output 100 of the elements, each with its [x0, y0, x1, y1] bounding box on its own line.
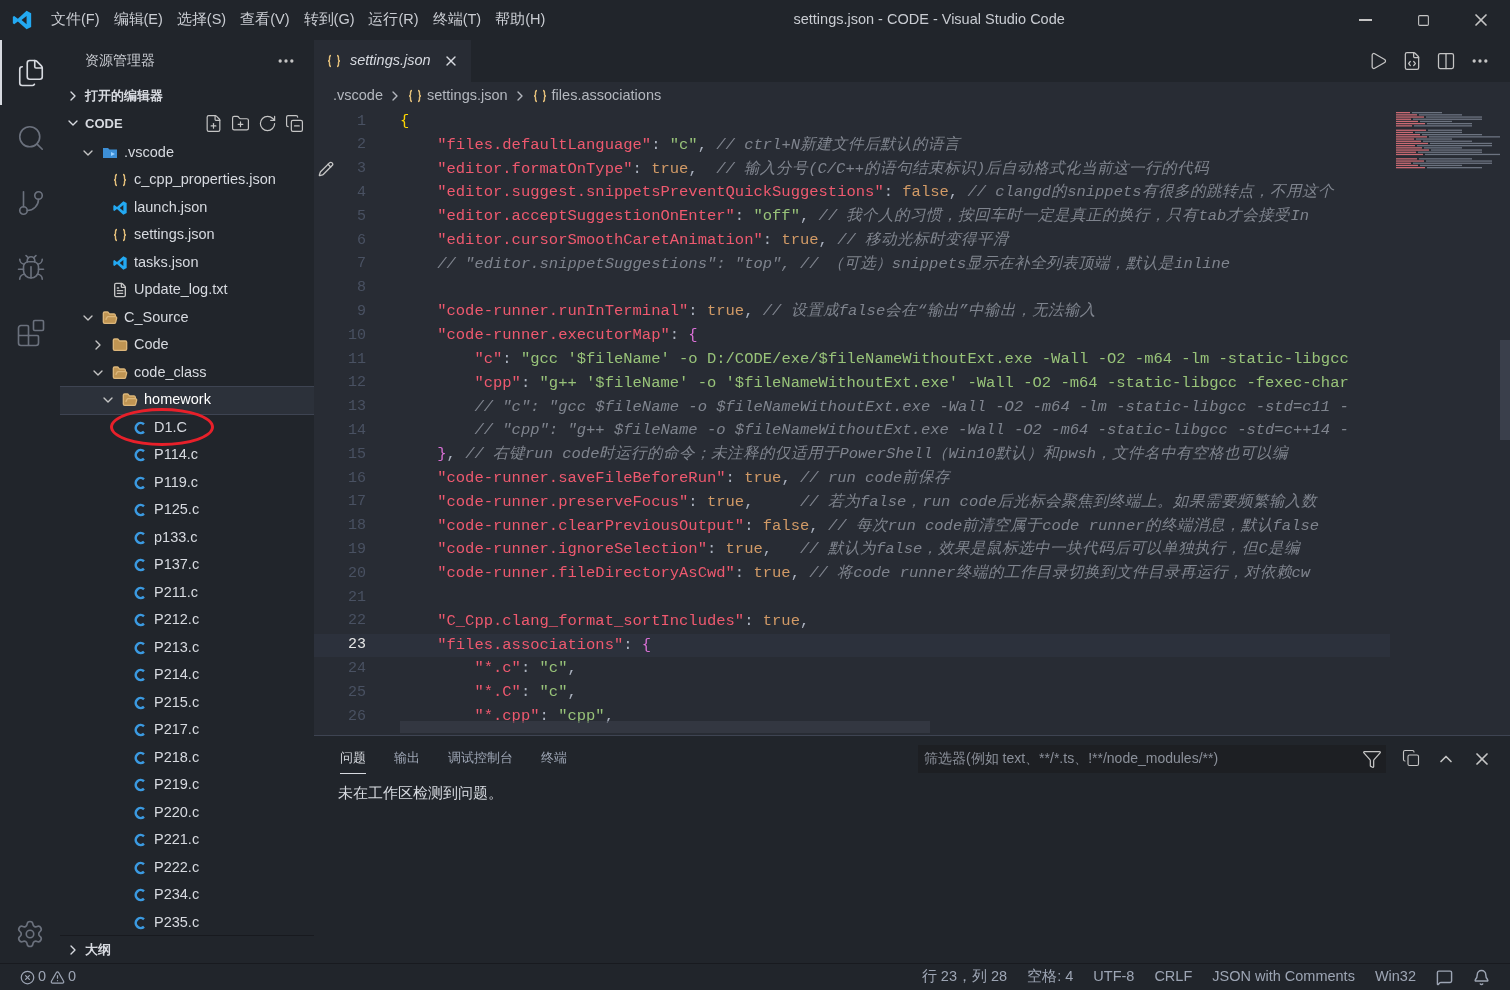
- split-editor-icon[interactable]: [1436, 51, 1456, 71]
- menu-item[interactable]: 转到(G): [296, 9, 362, 31]
- line-number: 23: [348, 635, 366, 656]
- tree-item[interactable]: Code: [60, 331, 314, 359]
- feedback-icon[interactable]: [1436, 968, 1453, 986]
- menu-item[interactable]: 文件(F): [44, 9, 107, 31]
- c-file-icon: [132, 474, 148, 491]
- status-item[interactable]: JSON with Comments: [1212, 966, 1355, 988]
- collapse-all-icon[interactable]: [285, 113, 304, 133]
- breadcrumb-item[interactable]: files.associations: [551, 85, 662, 107]
- c-file-icon: [132, 832, 148, 849]
- tree-item[interactable]: tasks.json: [60, 249, 314, 277]
- code-line: "editor.formatOnType": true, // 输入分号(C/C++的语句结束标识)后自动格式化当前这一行的代码: [436, 158, 1210, 180]
- tree-item[interactable]: P234.c: [60, 881, 314, 909]
- ribbon-logo-icon: [112, 199, 128, 216]
- status-item[interactable]: CRLF: [1154, 966, 1193, 988]
- tree-item[interactable]: P125.c: [60, 496, 314, 524]
- tree-item[interactable]: P235.c: [60, 909, 314, 935]
- tree-item[interactable]: P212.c: [60, 606, 314, 634]
- tree-item[interactable]: P222.c: [60, 854, 314, 882]
- c-file-icon: [132, 749, 148, 766]
- menu-item[interactable]: 查看(V): [233, 9, 297, 31]
- menu-item[interactable]: 终端(T): [425, 9, 489, 31]
- menu-item[interactable]: 帮助(H): [488, 9, 553, 31]
- menu-item[interactable]: 运行(R): [361, 9, 426, 31]
- tree-item[interactable]: P137.c: [60, 551, 314, 579]
- c-file-icon: [132, 584, 148, 601]
- code-line: "files.defaultLanguage": "c", // ctrl+N新建文件后默认的语言: [436, 134, 960, 156]
- tree-item[interactable]: P215.c: [60, 689, 314, 717]
- new-folder-icon[interactable]: [231, 113, 250, 133]
- notification-icon[interactable]: [1473, 968, 1490, 986]
- file-name: Code: [134, 335, 169, 355]
- refresh-icon[interactable]: [258, 113, 277, 133]
- tree-item[interactable]: .vscode: [60, 139, 314, 167]
- tree-item[interactable]: launch.json: [60, 194, 314, 222]
- file-name: P220.c: [154, 802, 200, 822]
- settings-icon[interactable]: [15, 919, 45, 949]
- error-count[interactable]: 0: [38, 966, 47, 988]
- tree-item[interactable]: P213.c: [60, 634, 314, 662]
- editor-tab[interactable]: settings.json: [314, 40, 471, 82]
- code-line: "editor.cursorSmoothCaretAnimation": true, // 移动光标时变得平滑: [436, 230, 1010, 251]
- folder-icon: [102, 309, 118, 326]
- file-name: c_cpp_properties.json: [134, 170, 276, 190]
- warning-icon: [50, 969, 66, 985]
- tree-item[interactable]: P220.c: [60, 799, 314, 827]
- code-line: "code-runner.executorMap": {: [436, 325, 698, 347]
- filter-icon[interactable]: [1362, 748, 1382, 769]
- file-name: P213.c: [154, 637, 200, 657]
- file-name: P211.c: [154, 582, 199, 602]
- file-name: p133.c: [154, 527, 198, 547]
- c-file-icon: [132, 639, 148, 656]
- file-name: P215.c: [154, 692, 200, 712]
- c-file-icon: [132, 667, 148, 684]
- panel-tab[interactable]: 问题: [340, 743, 366, 774]
- tree-item[interactable]: P214.c: [60, 661, 314, 689]
- text-file-icon: [112, 282, 128, 299]
- status-item[interactable]: UTF-8: [1093, 966, 1135, 988]
- tree-item[interactable]: code_class: [60, 359, 314, 387]
- open-settings-icon[interactable]: [1402, 51, 1422, 71]
- tree-item[interactable]: P211.c: [60, 579, 314, 607]
- braces-icon: [112, 172, 128, 189]
- file-name: Update_log.txt: [134, 280, 228, 300]
- tree-item[interactable]: settings.json: [60, 221, 314, 249]
- tree-item[interactable]: D1.C: [60, 414, 314, 442]
- braces-icon: [326, 53, 342, 69]
- tree-item[interactable]: p133.c: [60, 524, 314, 552]
- tree-item[interactable]: P119.c: [60, 469, 314, 497]
- braces-icon: [531, 88, 548, 104]
- menu-item[interactable]: 编辑(E): [106, 9, 170, 31]
- tree-item[interactable]: P221.c: [60, 826, 314, 854]
- tree-item[interactable]: Update_log.txt: [60, 276, 314, 304]
- tree-item[interactable]: P217.c: [60, 716, 314, 744]
- new-file-icon[interactable]: [204, 113, 223, 133]
- status-item[interactable]: 空格: 4: [1027, 966, 1074, 988]
- tree-item[interactable]: P114.c: [60, 441, 314, 469]
- section-header[interactable]: CODE: [60, 109, 314, 137]
- panel-tab[interactable]: 终端: [541, 743, 567, 774]
- tree-item[interactable]: homework: [60, 386, 314, 414]
- code-line: }, // 右键run code时运行的命令；未注释的仅适用于PowerShell（Win10默认）和pwsh，文件名中有空格也可以编: [436, 444, 1289, 466]
- status-item[interactable]: Win32: [1374, 966, 1416, 988]
- breadcrumb-item[interactable]: settings.json: [427, 85, 508, 107]
- panel-tab[interactable]: 输出: [394, 743, 420, 774]
- menu-item[interactable]: 选择(S): [169, 9, 234, 31]
- tree-item[interactable]: P218.c: [60, 744, 314, 772]
- file-name: P217.c: [154, 720, 200, 740]
- warning-count[interactable]: 0: [68, 966, 77, 988]
- folder-icon: [112, 364, 128, 381]
- panel-tab[interactable]: 调试控制台: [448, 743, 513, 774]
- tree-item[interactable]: P219.c: [60, 771, 314, 799]
- filter-field[interactable]: 筛选器(例如 text、**/*.ts、!**/node_modules/**): [918, 744, 1386, 773]
- section-header[interactable]: 打开的编辑器: [60, 82, 314, 110]
- status-item[interactable]: 行 23，列 28: [921, 966, 1008, 988]
- tree-item[interactable]: C_Source: [60, 304, 314, 332]
- tree-item[interactable]: c_cpp_properties.json: [60, 166, 314, 194]
- code-line: // "c": "gcc $fileName -o $fileNameWithoutExt.exe -Wall -O2 -m64 -lm -static-libgcc -std=c11 -: [473, 396, 1349, 418]
- code-line: "cpp": "g++ '$fileName' -o '$fileNameWithoutExt.exe' -Wall -O2 -m64 -static-libgcc -fexec-char: [473, 372, 1349, 394]
- code-line: // "cpp": "g++ $fileName -o $fileNameWithoutExt.exe -Wall -O2 -m64 -static-libgcc -std=c++14 -: [473, 420, 1349, 442]
- collapse-icon[interactable]: [1402, 748, 1420, 767]
- code-line: "C_Cpp.clang_format_sortIncludes": true,: [436, 610, 810, 632]
- breadcrumb-item[interactable]: .vscode: [333, 85, 383, 107]
